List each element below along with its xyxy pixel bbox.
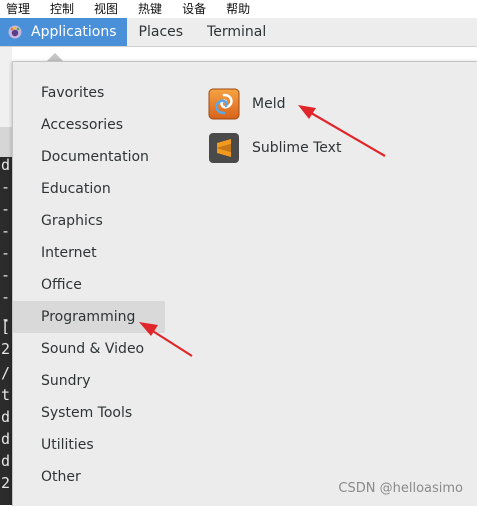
- applications-menu-button[interactable]: Applications: [0, 18, 127, 46]
- category-education[interactable]: Education: [13, 173, 165, 205]
- terminal-char: -: [1, 266, 11, 284]
- background-terminal: d - - - - - - - [ 2 / t d d d 2: [0, 47, 12, 505]
- terminal-char: d: [1, 430, 11, 448]
- meld-icon: [208, 88, 240, 120]
- background-window-band: [0, 127, 12, 157]
- terminal-label: Terminal: [207, 24, 267, 40]
- app-item-sublime-text[interactable]: Sublime Text: [208, 126, 341, 170]
- app-label-meld: Meld: [252, 96, 286, 112]
- terminal-char: -: [1, 244, 11, 262]
- category-internet[interactable]: Internet: [13, 237, 165, 269]
- places-menu-button[interactable]: Places: [127, 18, 196, 46]
- category-utilities[interactable]: Utilities: [13, 429, 165, 461]
- terminal-menu-button[interactable]: Terminal: [195, 18, 278, 46]
- category-favorites[interactable]: Favorites: [13, 77, 165, 109]
- category-graphics[interactable]: Graphics: [13, 205, 165, 237]
- category-programming[interactable]: Programming: [13, 301, 165, 333]
- applications-dropdown: Favorites Accessories Documentation Educ…: [12, 61, 477, 506]
- applications-label: Applications: [31, 24, 117, 40]
- host-menubar: 管理 控制 视图 热键 设备 帮助: [0, 0, 477, 18]
- category-system-tools[interactable]: System Tools: [13, 397, 165, 429]
- category-office[interactable]: Office: [13, 269, 165, 301]
- category-accessories[interactable]: Accessories: [13, 109, 165, 141]
- host-menu-control[interactable]: 控制: [43, 0, 74, 18]
- terminal-char: d: [1, 452, 11, 470]
- host-menu-hotkeys[interactable]: 热键: [131, 0, 162, 18]
- top-panel: Applications Places Terminal: [0, 18, 477, 47]
- category-sound-video[interactable]: Sound & Video: [13, 333, 165, 365]
- category-sundry[interactable]: Sundry: [13, 365, 165, 397]
- category-other[interactable]: Other: [13, 461, 165, 493]
- watermark: CSDN @helloasimo: [338, 481, 463, 496]
- terminal-char: t: [1, 386, 11, 404]
- terminal-char: [: [1, 318, 11, 336]
- app-label-sublime-text: Sublime Text: [252, 140, 342, 156]
- app-list: Meld Sublime Text: [208, 82, 341, 170]
- app-item-meld[interactable]: Meld: [208, 82, 341, 126]
- terminal-char: -: [1, 222, 11, 240]
- category-list: Favorites Accessories Documentation Educ…: [13, 77, 165, 493]
- terminal-char: d: [1, 408, 11, 426]
- places-label: Places: [138, 24, 184, 40]
- terminal-char: /: [1, 364, 11, 382]
- terminal-char: d: [1, 156, 11, 174]
- terminal-char: 2: [1, 340, 11, 358]
- terminal-char: -: [1, 200, 11, 218]
- host-menu-view[interactable]: 视图: [87, 0, 118, 18]
- host-menu-help[interactable]: 帮助: [219, 0, 250, 18]
- host-menu-devices[interactable]: 设备: [175, 0, 206, 18]
- terminal-char: -: [1, 178, 11, 196]
- terminal-char: -: [1, 288, 11, 306]
- host-menu-manage[interactable]: 管理: [0, 0, 30, 18]
- terminal-char: 2: [1, 474, 11, 492]
- category-documentation[interactable]: Documentation: [13, 141, 165, 173]
- gnome-foot-icon: [8, 25, 22, 39]
- sublime-text-icon: [208, 132, 240, 164]
